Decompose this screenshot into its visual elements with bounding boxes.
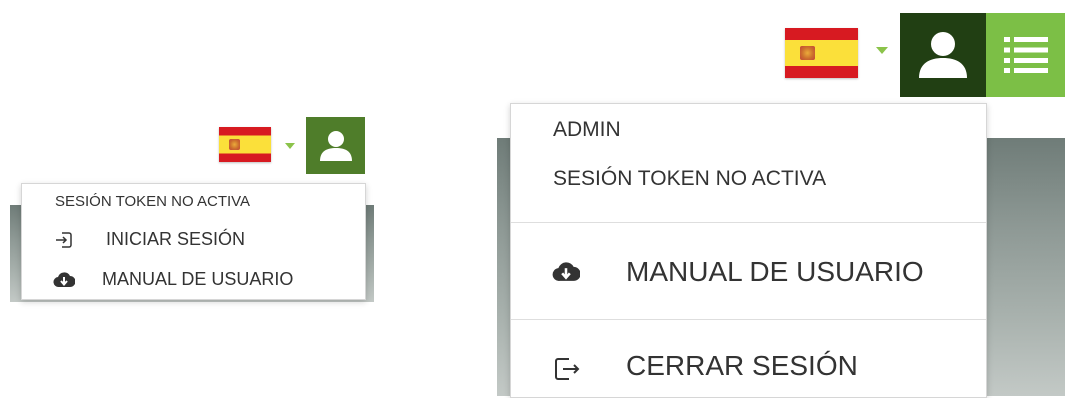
menu-divider <box>511 222 986 223</box>
user-menu-button[interactable] <box>900 13 986 97</box>
user-icon <box>319 130 352 161</box>
language-caret-icon[interactable] <box>876 47 888 54</box>
token-status-label: SESIÓN TOKEN NO ACTIVA <box>55 193 251 210</box>
spain-flag-icon[interactable] <box>219 127 271 162</box>
user-icon <box>919 32 967 78</box>
user-manual-label: MANUAL DE USUARIO <box>626 256 924 287</box>
main-menu-button[interactable] <box>986 13 1065 97</box>
language-caret-icon[interactable] <box>285 143 295 149</box>
user-menu-button[interactable] <box>306 117 365 174</box>
list-menu-icon <box>1003 37 1048 73</box>
login-menu-item[interactable]: INICIAR SESIÓN <box>22 222 365 256</box>
spain-flag-icon[interactable] <box>785 28 858 78</box>
cloud-download-icon <box>53 271 75 289</box>
menu-divider <box>511 319 986 320</box>
logout-menu-item[interactable]: CERRAR SESIÓN <box>511 321 986 397</box>
token-status-label: SESIÓN TOKEN NO ACTIVA <box>553 167 827 190</box>
cloud-download-icon <box>552 260 580 284</box>
user-manual-label: MANUAL DE USUARIO <box>102 269 294 289</box>
login-label: INICIAR SESIÓN <box>106 229 246 249</box>
logout-icon <box>553 355 581 383</box>
username-label: ADMIN <box>553 118 621 141</box>
login-icon <box>54 230 74 250</box>
user-dropdown-menu: ADMIN SESIÓN TOKEN NO ACTIVA MANUAL DE U… <box>510 103 987 398</box>
user-dropdown-menu: SESIÓN TOKEN NO ACTIVA INICIAR SESIÓN MA… <box>21 183 366 300</box>
logout-label: CERRAR SESIÓN <box>626 350 858 381</box>
user-manual-menu-item[interactable]: MANUAL DE USUARIO <box>22 262 365 296</box>
user-manual-menu-item[interactable]: MANUAL DE USUARIO <box>511 224 986 319</box>
